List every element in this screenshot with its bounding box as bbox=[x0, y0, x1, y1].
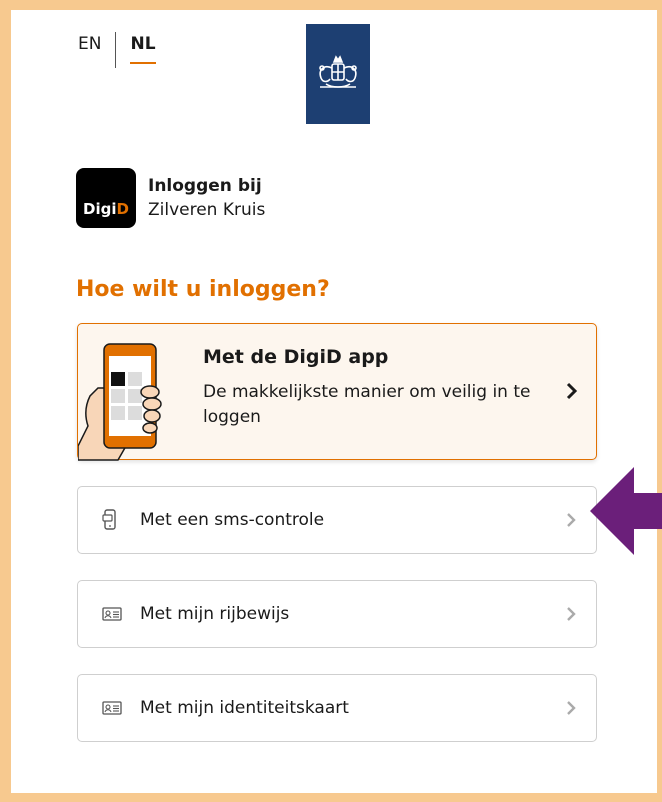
brand-subtitle: Zilveren Kruis bbox=[148, 200, 266, 220]
lang-divider bbox=[115, 32, 117, 68]
language-switcher: EN NL bbox=[78, 32, 156, 68]
annotation-arrow-icon bbox=[590, 467, 662, 555]
id-card-icon bbox=[102, 607, 122, 621]
page-title: Hoe wilt u inloggen? bbox=[76, 277, 330, 302]
lang-nl-button[interactable]: NL bbox=[130, 34, 156, 64]
chevron-right-icon bbox=[566, 606, 576, 622]
digid-logo-text: Digi bbox=[83, 200, 117, 218]
rijksoverheid-logo bbox=[306, 24, 370, 124]
brand-block: Digi D Inloggen bij Zilveren Kruis bbox=[76, 168, 265, 228]
app-option-title: Met de DigiD app bbox=[203, 346, 389, 368]
app-option-description: De makkelijkste manier om veilig in te l… bbox=[203, 382, 531, 427]
sms-option-label: Met een sms-controle bbox=[140, 510, 325, 530]
chevron-right-icon bbox=[566, 512, 576, 528]
brand-text: Inloggen bij Zilveren Kruis bbox=[148, 176, 265, 220]
chevron-right-icon bbox=[566, 700, 576, 716]
login-card: EN NL DigiD Inloggen bij Zilveren Kruis bbox=[11, 10, 657, 793]
chevron-right-icon bbox=[566, 382, 578, 400]
coat-of-arms-icon bbox=[319, 55, 357, 88]
phone-sms-icon bbox=[102, 509, 118, 531]
sms-option-button[interactable]: Met een sms-controle bbox=[77, 486, 597, 554]
lang-en-button[interactable]: EN bbox=[78, 34, 101, 62]
digid-logo: Digi D bbox=[76, 168, 136, 228]
drivers-license-option-label: Met mijn rijbewijs bbox=[140, 604, 290, 624]
id-card-icon bbox=[102, 701, 122, 715]
digid-logo-accent: D bbox=[116, 200, 129, 218]
drivers-license-option-button[interactable]: Met mijn rijbewijs bbox=[77, 580, 597, 648]
phone-in-hand-icon bbox=[78, 343, 162, 461]
identity-card-option-label: Met mijn identiteitskaart bbox=[140, 698, 349, 718]
brand-title: Inloggen bij bbox=[148, 176, 262, 196]
digid-app-option-button[interactable]: Met de DigiD app De makkelijkste manier … bbox=[77, 323, 597, 461]
identity-card-option-button[interactable]: Met mijn identiteitskaart bbox=[77, 674, 597, 742]
